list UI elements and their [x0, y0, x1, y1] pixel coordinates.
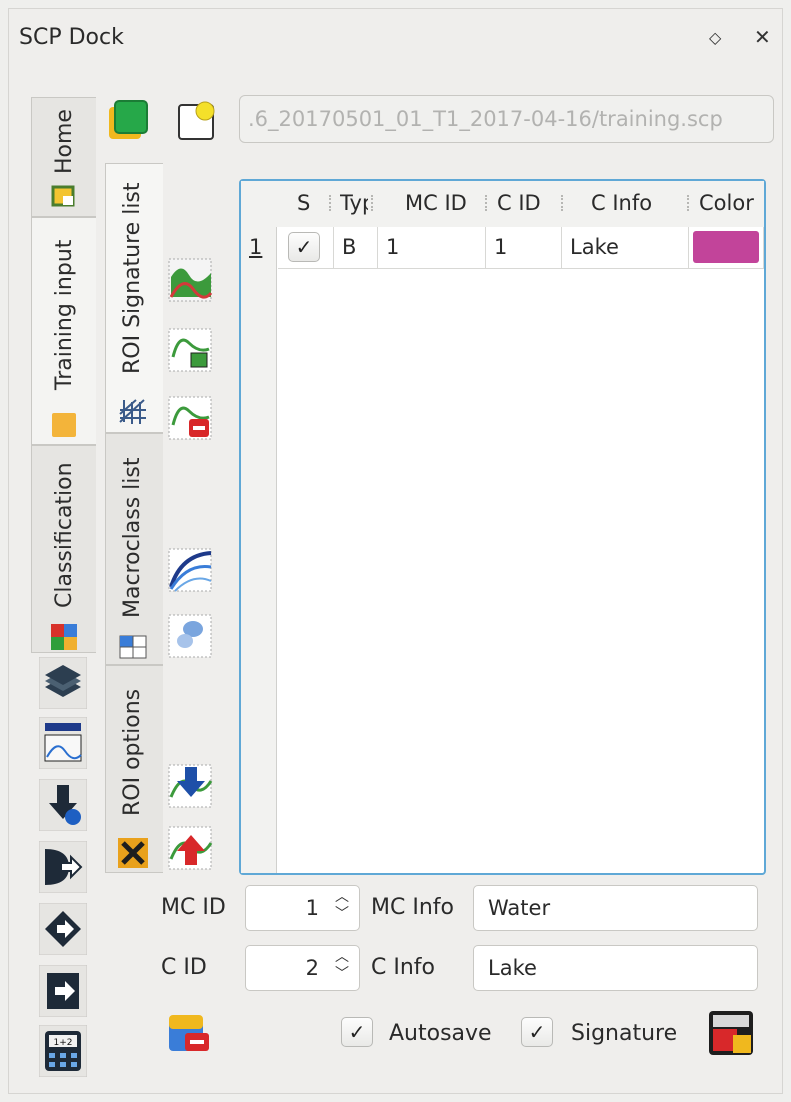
dock-title: SCP Dock — [19, 25, 124, 50]
signature-label: Signature — [571, 1021, 678, 1046]
signature-table[interactable]: S Type MC ID C ID C Info Color 1 ✓ B 1 1… — [239, 179, 766, 875]
band-set-icon[interactable] — [39, 657, 87, 709]
signature-list-icon — [119, 399, 146, 424]
postprocessing-icon[interactable] — [39, 965, 87, 1017]
merge-signatures-icon[interactable] — [167, 257, 213, 303]
band-calc-icon[interactable]: 1+2 — [39, 1025, 87, 1077]
scp-dock: SCP Dock ◇ ✕ Home Training input Classif… — [8, 8, 783, 1094]
column-separator — [329, 195, 331, 211]
tab-home-label: Home — [52, 109, 77, 174]
tab-roi-signature-list[interactable]: ROI Signature list — [105, 163, 163, 433]
float-dock-icon[interactable]: ◇ — [709, 28, 721, 47]
column-header-s[interactable]: S — [297, 191, 317, 215]
calculate-signature-icon[interactable] — [167, 327, 213, 373]
tab-training-input[interactable]: Training input — [31, 217, 96, 445]
macroclass-list-icon — [119, 635, 147, 659]
mc-id-spinbox[interactable]: 1 ︿ ﹀ — [245, 885, 360, 931]
cell-color[interactable] — [689, 227, 764, 269]
cell-c-info[interactable]: Lake — [562, 227, 689, 269]
row-select-checkbox[interactable]: ✓ — [288, 232, 320, 262]
column-separator — [371, 195, 373, 211]
spin-arrows-icon[interactable]: ︿ ﹀ — [335, 949, 349, 983]
c-id-label: C ID — [161, 955, 207, 980]
column-separator — [561, 195, 563, 211]
open-training-file-button[interactable] — [175, 99, 219, 143]
roi-options-icon — [118, 838, 148, 868]
classification-tab-icon — [51, 624, 77, 650]
column-header-c-id[interactable]: C ID — [497, 191, 541, 215]
c-info-field[interactable]: Lake — [473, 945, 758, 991]
tab-classification-label: Classification — [52, 462, 77, 608]
tab-home[interactable]: Home — [31, 97, 96, 217]
scatter-plot-icon[interactable] — [167, 613, 213, 659]
tab-macroclass-list[interactable]: Macroclass list — [105, 433, 163, 665]
table-header: S Type MC ID C ID C Info Color — [241, 181, 764, 227]
save-roi-button[interactable] — [707, 1009, 755, 1057]
delete-signature-icon[interactable] — [167, 395, 213, 441]
column-separator — [485, 195, 487, 211]
mc-info-field[interactable]: Water — [473, 885, 758, 931]
row-number[interactable]: 1 — [249, 235, 262, 259]
mc-id-label: MC ID — [161, 895, 226, 920]
cell-select[interactable]: ✓ — [278, 227, 334, 269]
column-header-mc-id[interactable]: MC ID — [405, 191, 467, 215]
cell-mc-id[interactable]: 1 — [378, 227, 486, 269]
tab-classification[interactable]: Classification — [31, 445, 96, 653]
column-header-c-info[interactable]: C Info — [591, 191, 652, 215]
band-processing-icon[interactable] — [39, 903, 87, 955]
autosave-label: Autosave — [389, 1021, 492, 1046]
create-training-file-button[interactable] — [107, 99, 151, 143]
title-bar: SCP Dock ◇ ✕ — [9, 9, 782, 69]
tab-roi-options[interactable]: ROI options — [105, 665, 163, 873]
class-color-swatch[interactable] — [693, 231, 759, 263]
signature-checkbox[interactable]: ✓ — [521, 1017, 553, 1047]
spectral-signature-plot-icon[interactable] — [167, 547, 213, 593]
tab-macroclass-list-label: Macroclass list — [120, 457, 145, 619]
c-id-value: 2 — [305, 956, 319, 980]
tab-training-input-label: Training input — [52, 239, 77, 390]
training-file-path-field[interactable]: .6_20170501_01_T1_2017-04-16/training.sc… — [239, 95, 774, 143]
training-input-tab-icon — [52, 413, 76, 437]
spectral-plot-icon[interactable] — [39, 717, 87, 769]
autosave-checkbox[interactable]: ✓ — [341, 1017, 373, 1047]
column-header-color[interactable]: Color — [699, 191, 755, 215]
cell-type[interactable]: B — [334, 227, 378, 269]
svg-text:1+2: 1+2 — [54, 1038, 73, 1048]
row-header-column: 1 — [241, 227, 277, 873]
close-icon[interactable]: ✕ — [754, 25, 771, 49]
mc-info-label: MC Info — [371, 895, 454, 920]
home-tab-icon — [51, 185, 75, 207]
preprocessing-icon[interactable] — [39, 841, 87, 893]
undo-save-roi-button[interactable] — [167, 1011, 211, 1055]
spin-arrows-icon[interactable]: ︿ ﹀ — [335, 889, 349, 923]
c-id-spinbox[interactable]: 2 ︿ ﹀ — [245, 945, 360, 991]
tab-roi-signature-list-label: ROI Signature list — [120, 182, 145, 374]
cell-c-id[interactable]: 1 — [486, 227, 562, 269]
c-info-label: C Info — [371, 955, 435, 980]
download-products-icon[interactable] — [39, 779, 87, 831]
column-separator — [687, 195, 689, 211]
mc-id-value: 1 — [305, 896, 319, 920]
column-header-type[interactable]: Type — [340, 191, 368, 215]
import-signatures-icon[interactable] — [167, 763, 213, 809]
tab-roi-options-label: ROI options — [120, 688, 145, 816]
export-signatures-icon[interactable] — [167, 825, 213, 871]
